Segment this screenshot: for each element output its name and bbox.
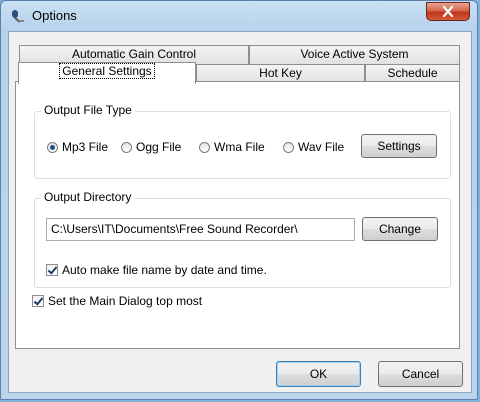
output-directory-group: Output Directory C:\Users\IT\Documents\F… xyxy=(34,190,451,288)
radio-circle[interactable] xyxy=(283,141,294,153)
title-bar[interactable]: Options xyxy=(1,1,477,31)
radio-wav[interactable]: Wav File xyxy=(283,140,344,154)
tab-label: General Settings xyxy=(59,63,155,79)
microphone-icon xyxy=(12,10,24,23)
tab-label: Voice Active System xyxy=(300,47,409,61)
output-directory-field[interactable]: C:\Users\IT\Documents\Free Sound Recorde… xyxy=(46,218,355,241)
tab-label: Hot Key xyxy=(259,66,302,80)
radio-label: Ogg File xyxy=(136,140,182,154)
close-button[interactable] xyxy=(426,2,470,21)
radio-circle[interactable] xyxy=(121,141,132,153)
checkbox-label: Auto make file name by date and time. xyxy=(62,263,267,277)
options-window: Options Automatic Gain Control Voice Act… xyxy=(0,0,478,400)
output-file-type-label: Output File Type xyxy=(41,103,135,117)
radio-mp3[interactable]: Mp3 File xyxy=(47,140,108,154)
tab-voice-active-system[interactable]: Voice Active System xyxy=(249,45,460,64)
change-button[interactable]: Change xyxy=(362,217,438,241)
cancel-button[interactable]: Cancel xyxy=(378,361,463,387)
window-title: Options xyxy=(32,8,77,23)
checkbox-label: Set the Main Dialog top most xyxy=(48,294,203,308)
close-icon xyxy=(442,6,454,17)
radio-wma[interactable]: Wma File xyxy=(199,140,265,154)
topmost-checkbox[interactable]: Set the Main Dialog top most xyxy=(32,294,202,308)
auto-name-checkbox[interactable]: Auto make file name by date and time. xyxy=(46,263,267,277)
checkbox-box-checked[interactable] xyxy=(46,264,58,276)
tab-label: Schedule xyxy=(387,66,438,80)
tab-general-settings[interactable]: General Settings xyxy=(18,62,196,84)
checkbox-box-checked[interactable] xyxy=(32,295,44,307)
radio-label: Mp3 File xyxy=(62,140,109,154)
radio-label: Wma File xyxy=(214,140,265,154)
settings-button[interactable]: Settings xyxy=(361,134,437,158)
radio-ogg[interactable]: Ogg File xyxy=(121,140,181,154)
output-file-type-group: Output File Type Mp3 File Ogg File Wma F… xyxy=(34,103,451,179)
radio-circle-selected[interactable] xyxy=(47,141,58,153)
output-directory-label: Output Directory xyxy=(41,190,135,204)
radio-circle[interactable] xyxy=(199,141,210,153)
general-settings-panel: Output File Type Mp3 File Ogg File Wma F… xyxy=(15,81,460,349)
ok-button[interactable]: OK xyxy=(276,361,361,387)
tab-label: Automatic Gain Control xyxy=(71,47,197,61)
radio-label: Wav File xyxy=(298,140,345,154)
